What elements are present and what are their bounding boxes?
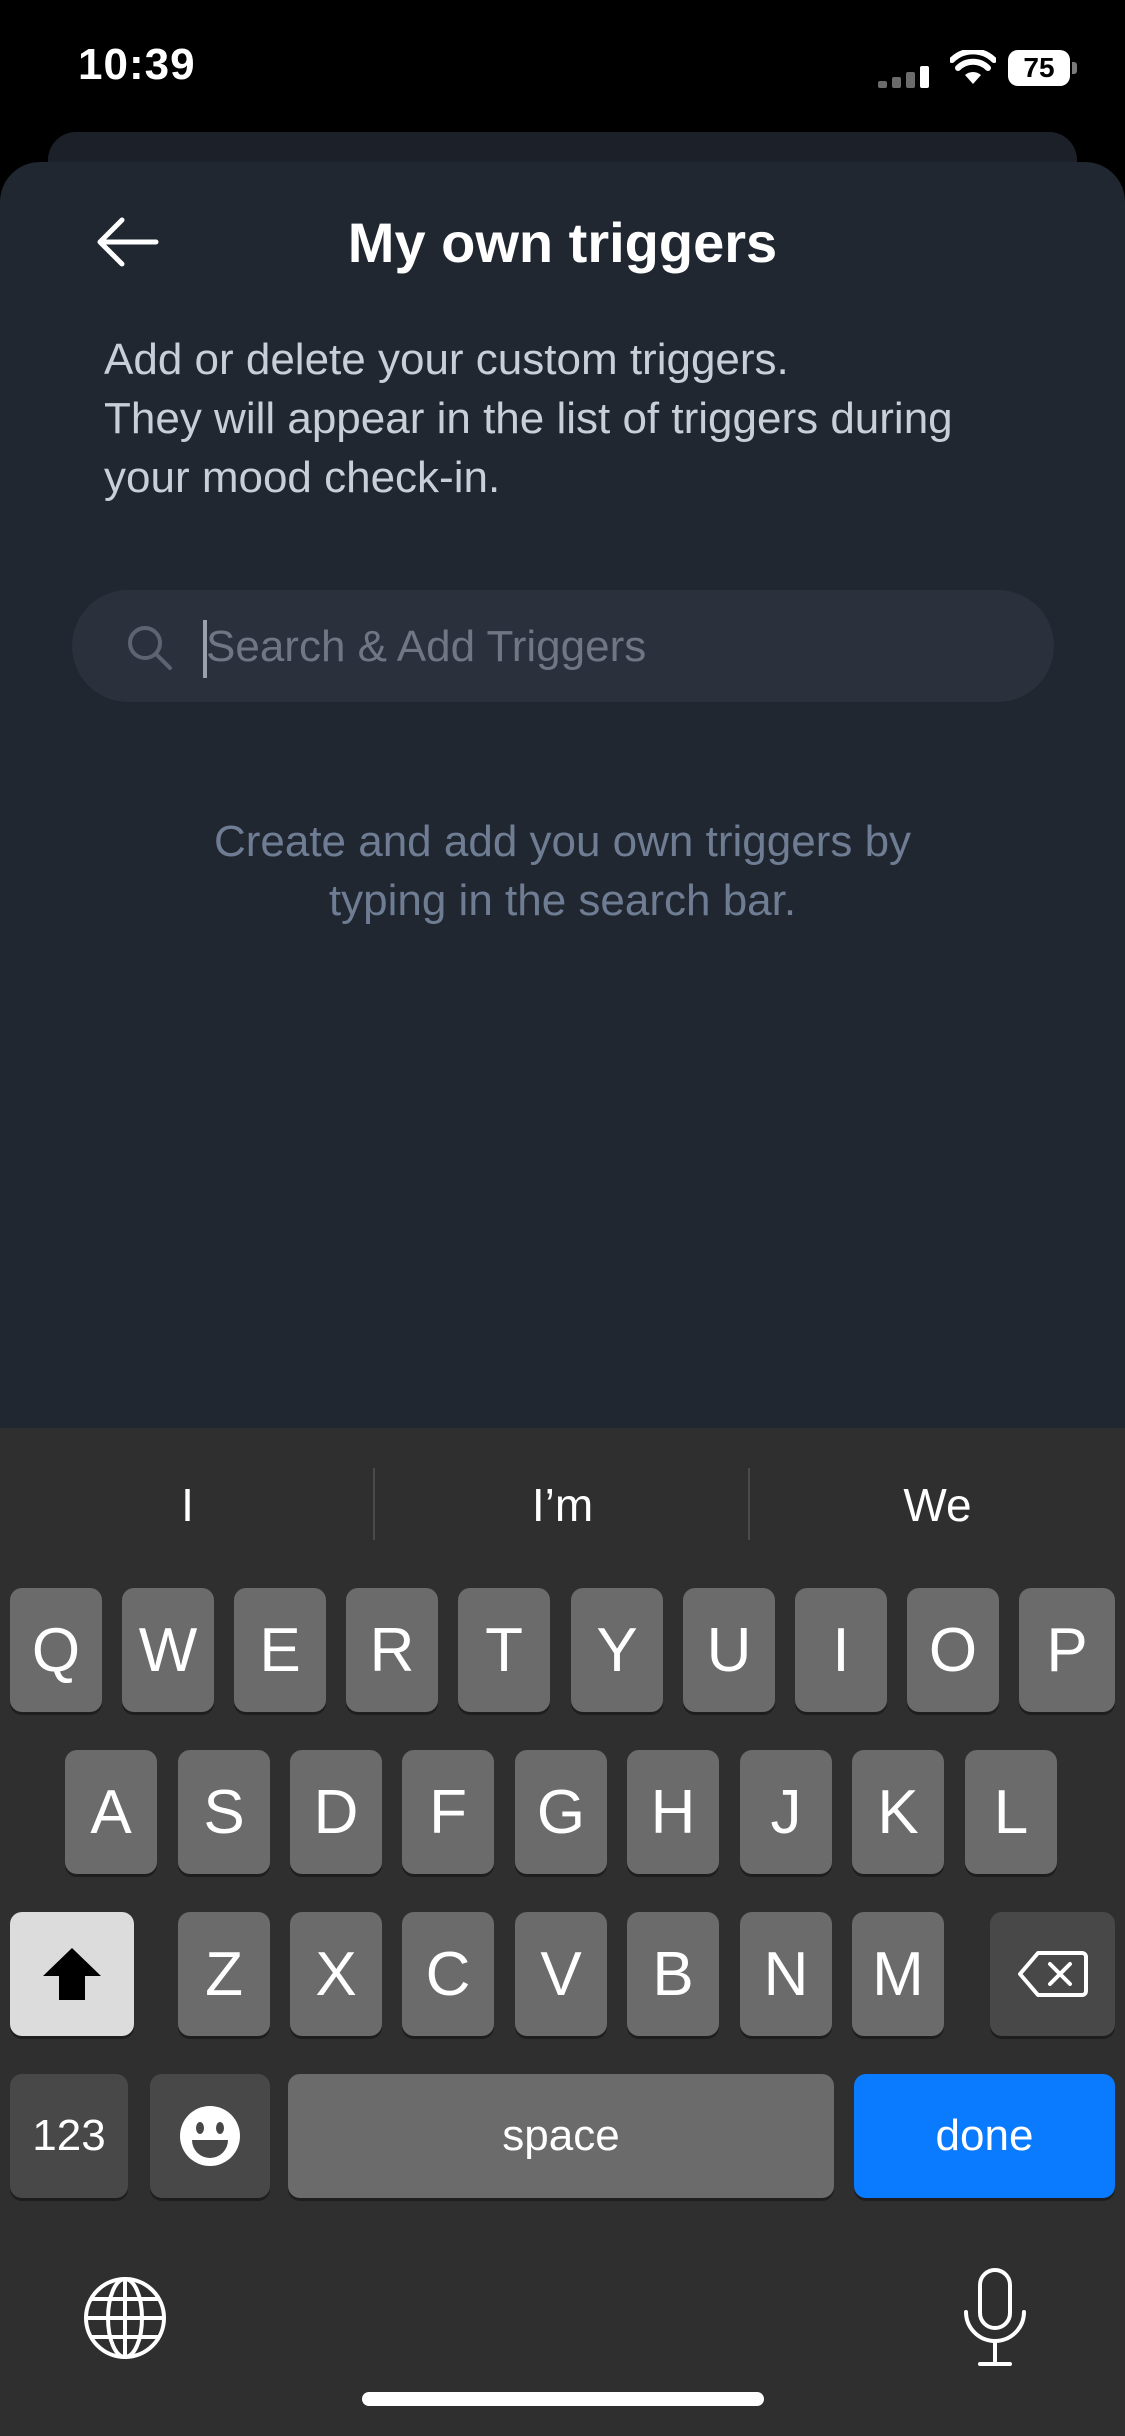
key-c[interactable]: C (402, 1912, 494, 2036)
key-z[interactable]: Z (178, 1912, 270, 2036)
suggestion-item[interactable]: We (750, 1478, 1125, 1532)
key-v[interactable]: V (515, 1912, 607, 2036)
key-y[interactable]: Y (571, 1588, 663, 1712)
globe-icon[interactable] (82, 2275, 168, 2361)
space-key[interactable]: space (288, 2074, 834, 2198)
key-j[interactable]: J (740, 1750, 832, 1874)
search-icon (128, 626, 172, 670)
key-q[interactable]: Q (10, 1588, 102, 1712)
battery-level: 75 (1008, 50, 1070, 86)
key-e[interactable]: E (234, 1588, 326, 1712)
microphone-icon[interactable] (960, 2268, 1030, 2368)
key-a[interactable]: A (65, 1750, 157, 1874)
key-o[interactable]: O (907, 1588, 999, 1712)
description-line: They will appear in the list of triggers… (104, 394, 953, 443)
key-k[interactable]: K (852, 1750, 944, 1874)
battery-indicator: 75 (1008, 50, 1078, 86)
keyboard: I I’m We Q W E R T Y U I O P A S D F G H… (0, 1428, 1125, 2436)
delete-key[interactable] (990, 1912, 1115, 2036)
wifi-icon (950, 50, 996, 84)
hint-line: Create and add you own triggers by (213, 817, 912, 866)
battery-nub (1072, 62, 1077, 74)
key-x[interactable]: X (290, 1912, 382, 2036)
triggers-sheet: My own triggers Add or delete your custo… (0, 162, 1125, 1462)
suggestion-bar: I I’m We (0, 1428, 1125, 1578)
key-p[interactable]: P (1019, 1588, 1115, 1712)
page-title: My own triggers (347, 211, 778, 274)
key-m[interactable]: M (852, 1912, 944, 2036)
key-l[interactable]: L (965, 1750, 1057, 1874)
search-input[interactable] (206, 612, 1006, 682)
key-t[interactable]: T (458, 1588, 550, 1712)
suggestion-item[interactable]: I (0, 1478, 375, 1532)
home-indicator (362, 2392, 764, 2406)
key-r[interactable]: R (346, 1588, 438, 1712)
key-f[interactable]: F (402, 1750, 494, 1874)
status-time: 10:39 (78, 40, 196, 89)
search-bar[interactable] (72, 590, 1054, 702)
shift-key[interactable] (10, 1912, 134, 2036)
key-i[interactable]: I (795, 1588, 887, 1712)
description-line: your mood check-in. (104, 453, 501, 502)
emoji-key[interactable] (150, 2074, 270, 2198)
backspace-icon (1017, 1951, 1088, 1997)
done-key[interactable]: done (854, 2074, 1115, 2198)
numbers-key[interactable]: 123 (10, 2074, 128, 2198)
status-bar: 10:39 75 (0, 0, 1125, 140)
key-n[interactable]: N (740, 1912, 832, 2036)
emoji-icon (180, 2106, 240, 2166)
empty-state-hint: Create and add you own triggers by typin… (0, 812, 1125, 930)
key-u[interactable]: U (683, 1588, 775, 1712)
suggestion-item[interactable]: I’m (375, 1478, 750, 1532)
key-w[interactable]: W (122, 1588, 214, 1712)
key-d[interactable]: D (290, 1750, 382, 1874)
hint-line: typing in the search bar. (328, 876, 797, 925)
key-s[interactable]: S (178, 1750, 270, 1874)
description-line: Add or delete your custom triggers. (104, 335, 789, 384)
cellular-signal-icon (878, 66, 929, 88)
shift-arrow-icon (43, 1948, 101, 2000)
key-b[interactable]: B (627, 1912, 719, 2036)
key-g[interactable]: G (515, 1750, 607, 1874)
key-h[interactable]: H (627, 1750, 719, 1874)
description: Add or delete your custom triggers. They… (104, 330, 1064, 507)
